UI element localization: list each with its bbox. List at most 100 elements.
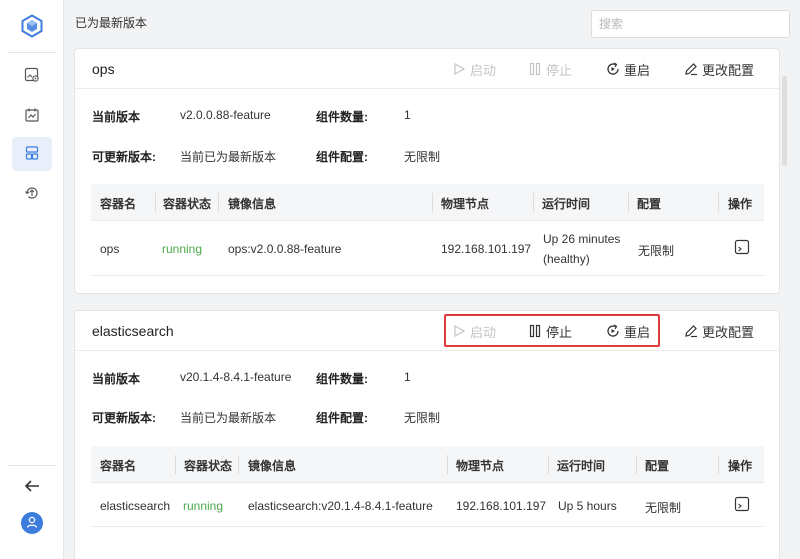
column-divider bbox=[628, 193, 629, 212]
pause-icon bbox=[528, 62, 542, 76]
edit-icon bbox=[684, 62, 698, 76]
column-divider bbox=[718, 193, 719, 212]
upgrade-icon bbox=[24, 185, 40, 204]
component-card-elasticsearch: elasticsearch 启动 停止 重启 更改配置 当前版本 v20.1.4… bbox=[74, 310, 780, 559]
start-button[interactable]: 启动 bbox=[452, 60, 496, 78]
column-divider bbox=[533, 193, 534, 212]
component-config-value: 无限制 bbox=[404, 411, 441, 425]
col-uptime: 运行时间 bbox=[542, 197, 591, 211]
edit-config-label: 更改配置 bbox=[702, 324, 755, 340]
arrow-left-icon[interactable] bbox=[22, 477, 42, 495]
current-version-value: v20.1.4-8.4.1-feature bbox=[180, 370, 292, 384]
column-divider bbox=[636, 455, 637, 474]
play-icon bbox=[452, 62, 466, 76]
component-title: ops bbox=[92, 61, 115, 77]
card-header: ops 启动 停止 重启 更改配置 bbox=[75, 49, 779, 89]
physical-node: 192.168.101.197 bbox=[456, 499, 547, 513]
component-count-label: 组件数量: bbox=[316, 372, 368, 386]
updatable-version-label: 可更新版本: bbox=[92, 411, 156, 425]
component-card-ops: ops 启动 停止 重启 更改配置 当前版本 v2.0.0.88-feature… bbox=[74, 48, 780, 294]
updatable-version-label: 可更新版本: bbox=[92, 150, 156, 164]
edit-icon bbox=[684, 324, 698, 338]
col-container-status: 容器状态 bbox=[163, 197, 212, 211]
column-divider bbox=[218, 193, 219, 212]
component-config-label: 组件配置: bbox=[316, 411, 368, 425]
uptime: Up 5 hours bbox=[558, 499, 617, 513]
user-icon bbox=[25, 515, 39, 532]
edit-config-button[interactable]: 更改配置 bbox=[684, 60, 754, 78]
image-info: ops:v2.0.0.88-feature bbox=[228, 242, 342, 256]
current-version-label: 当前版本 bbox=[92, 110, 141, 124]
current-version-value: v2.0.0.88-feature bbox=[180, 108, 271, 122]
col-actions: 操作 bbox=[728, 459, 753, 473]
container-name: ops bbox=[100, 242, 120, 256]
col-actions: 操作 bbox=[728, 197, 753, 211]
settings-image-icon bbox=[24, 67, 40, 86]
col-physical-node: 物理节点 bbox=[441, 197, 490, 211]
col-physical-node: 物理节点 bbox=[456, 459, 505, 473]
stop-button[interactable]: 停止 bbox=[528, 60, 572, 78]
column-divider bbox=[447, 455, 448, 474]
table-header: 容器名 容器状态 镜像信息 物理节点 运行时间 配置 操作 bbox=[91, 184, 764, 221]
restart-button[interactable]: 重启 bbox=[606, 60, 650, 78]
edit-config-label: 更改配置 bbox=[702, 62, 755, 78]
component-config-label: 组件配置: bbox=[316, 150, 368, 164]
col-container-name: 容器名 bbox=[100, 197, 137, 211]
sidebar bbox=[0, 0, 64, 559]
column-divider bbox=[175, 455, 176, 474]
scrollbar[interactable] bbox=[781, 48, 788, 559]
col-uptime: 运行时间 bbox=[557, 459, 606, 473]
component-count-label: 组件数量: bbox=[316, 110, 368, 124]
sidebar-item-servers[interactable] bbox=[12, 137, 52, 171]
edit-config-button[interactable]: 更改配置 bbox=[684, 322, 754, 340]
highlight-box bbox=[444, 314, 660, 347]
table-row: elasticsearch running elasticsearch:v20.… bbox=[91, 483, 764, 527]
terminal-icon[interactable] bbox=[734, 496, 750, 512]
app-logo-icon[interactable] bbox=[20, 14, 44, 38]
column-divider bbox=[238, 455, 239, 474]
sidebar-divider bbox=[8, 52, 56, 53]
physical-node: 192.168.101.197 bbox=[441, 242, 532, 256]
stop-label: 停止 bbox=[546, 62, 573, 78]
version-status-message: 已为最新版本 bbox=[75, 16, 148, 30]
column-divider bbox=[155, 193, 156, 212]
image-info: elasticsearch:v20.1.4-8.4.1-feature bbox=[248, 499, 433, 513]
col-config: 配置 bbox=[637, 197, 662, 211]
column-divider bbox=[548, 455, 549, 474]
updatable-version-value: 当前已为最新版本 bbox=[180, 411, 277, 425]
restart-icon bbox=[606, 62, 620, 76]
server-stack-icon bbox=[24, 145, 40, 164]
container-status: running bbox=[183, 499, 224, 513]
scrollbar-thumb[interactable] bbox=[782, 76, 787, 166]
col-image-info: 镜像信息 bbox=[248, 459, 297, 473]
col-config: 配置 bbox=[645, 459, 670, 473]
table-row: ops running ops:v2.0.0.88-feature 192.16… bbox=[91, 221, 764, 276]
container-name: elasticsearch bbox=[100, 499, 171, 513]
col-container-status: 容器状态 bbox=[184, 459, 233, 473]
container-config: 无限制 bbox=[638, 244, 675, 258]
component-title: elasticsearch bbox=[92, 323, 174, 339]
container-status: running bbox=[162, 242, 203, 256]
sidebar-item-calendar[interactable] bbox=[12, 99, 52, 133]
search-input[interactable] bbox=[591, 10, 790, 38]
restart-label: 重启 bbox=[624, 62, 651, 78]
uptime: Up 26 minutes bbox=[543, 232, 621, 246]
column-divider bbox=[718, 455, 719, 474]
calendar-chart-icon bbox=[24, 107, 40, 126]
start-label: 启动 bbox=[470, 62, 497, 78]
sidebar-item-upgrade[interactable] bbox=[12, 177, 52, 211]
sidebar-item-settings[interactable] bbox=[12, 59, 52, 93]
card-header: elasticsearch 启动 停止 重启 更改配置 bbox=[75, 311, 779, 351]
table-header: 容器名 容器状态 镜像信息 物理节点 运行时间 配置 操作 bbox=[91, 446, 764, 483]
container-config: 无限制 bbox=[645, 501, 682, 515]
col-image-info: 镜像信息 bbox=[228, 197, 277, 211]
sidebar-divider bbox=[8, 465, 56, 466]
uptime-health: (healthy) bbox=[543, 252, 590, 266]
column-divider bbox=[432, 193, 433, 212]
terminal-icon[interactable] bbox=[734, 239, 750, 255]
avatar[interactable] bbox=[21, 512, 43, 534]
component-count-value: 1 bbox=[404, 370, 411, 384]
current-version-label: 当前版本 bbox=[92, 372, 141, 386]
component-config-value: 无限制 bbox=[404, 150, 441, 164]
col-container-name: 容器名 bbox=[100, 459, 137, 473]
